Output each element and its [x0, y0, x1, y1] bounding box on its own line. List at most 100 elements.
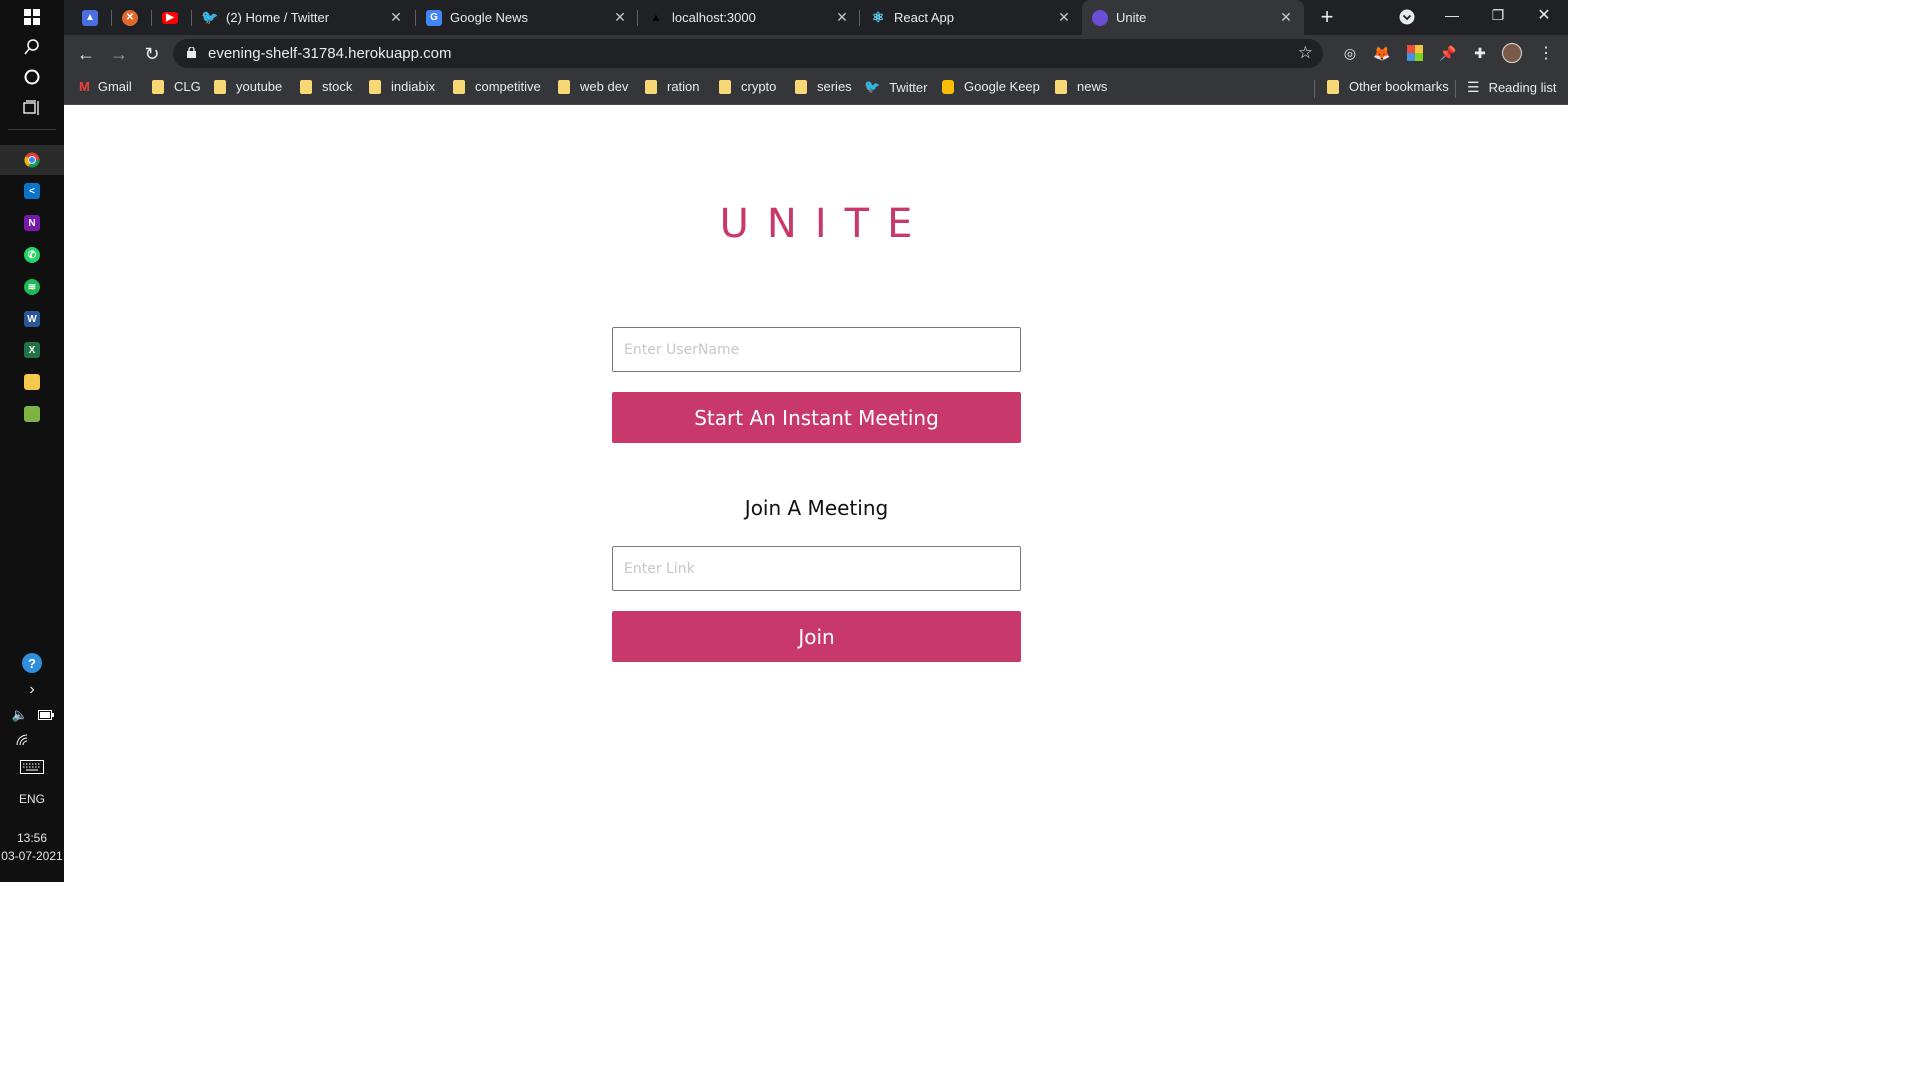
bookmarks-bar: M Gmail CLG youtube stock indiabix compe…: [64, 72, 1568, 105]
bookmark-star-icon[interactable]: ☆: [1298, 43, 1313, 63]
bookmark-news[interactable]: news: [1055, 79, 1107, 94]
bookmark-label: stock: [322, 79, 353, 94]
tab-localhost[interactable]: ▲ localhost:3000 ✕: [638, 0, 860, 35]
taskbar-app-spotify[interactable]: ≋: [0, 272, 64, 302]
extension-1[interactable]: ◎: [1340, 43, 1360, 63]
tab-unite[interactable]: Unite ✕: [1082, 0, 1304, 35]
tab-title: Unite: [1116, 10, 1147, 25]
word-icon: W: [24, 311, 40, 327]
folder-icon: [1055, 79, 1067, 94]
tab-close-icon[interactable]: ✕: [610, 9, 630, 26]
clock-date[interactable]: 03-07-2021: [0, 849, 64, 863]
tab-twitter[interactable]: 🐦 (2) Home / Twitter ✕: [192, 0, 414, 35]
back-button[interactable]: ←: [73, 41, 99, 67]
tab-title: (2) Home / Twitter: [226, 10, 330, 25]
extension-pin[interactable]: 📌: [1438, 43, 1458, 63]
forward-button[interactable]: →: [106, 41, 132, 67]
browser-window: ▲ ✕ ▶ 🐦 (2) Home / Twitter ✕ G Google Ne…: [64, 0, 1568, 105]
bookmark-series[interactable]: series: [795, 79, 852, 94]
tab-pinned-youtube[interactable]: ▶: [152, 0, 190, 35]
tab-pinned-2[interactable]: ✕: [112, 0, 150, 35]
task-view-button[interactable]: [0, 93, 64, 123]
extension-metamask[interactable]: 🦊: [1372, 43, 1392, 63]
taskbar-divider: [8, 129, 56, 130]
reading-list[interactable]: ☰ Reading list: [1467, 79, 1557, 96]
touch-keyboard-button[interactable]: [0, 752, 64, 782]
bookmark-competitive[interactable]: competitive: [453, 79, 541, 94]
new-tab-button[interactable]: +: [1314, 4, 1340, 30]
restore-button[interactable]: ❐: [1485, 2, 1511, 28]
bookmark-youtube[interactable]: youtube: [214, 79, 282, 94]
fox-icon: 🦊: [1373, 44, 1391, 61]
tab-close-icon[interactable]: ✕: [1054, 9, 1074, 26]
avatar: [1502, 43, 1522, 63]
help-icon: ?: [22, 653, 42, 673]
minimize-icon: —: [1445, 7, 1459, 23]
tab-react-app[interactable]: ⚛ React App ✕: [860, 0, 1082, 35]
search-button[interactable]: [0, 32, 64, 62]
taskbar-app-onenote[interactable]: N: [0, 208, 64, 238]
input-language[interactable]: ENG: [0, 792, 64, 806]
taskbar-app-whatsapp[interactable]: ✆: [0, 240, 64, 270]
kebab-menu-icon: ⋮: [1538, 45, 1554, 62]
start-instant-meeting-button[interactable]: Start An Instant Meeting: [612, 392, 1021, 443]
tab-close-icon[interactable]: ✕: [832, 9, 852, 26]
tab-pinned-1[interactable]: ▲: [72, 0, 110, 35]
cortana-button[interactable]: [0, 62, 64, 92]
bookmark-web-dev[interactable]: web dev: [558, 79, 628, 94]
tab-search-button[interactable]: [1394, 4, 1420, 30]
folder-icon: [795, 79, 807, 94]
join-button[interactable]: Join: [612, 611, 1021, 662]
tab-close-icon[interactable]: ✕: [386, 9, 406, 26]
wifi-icon: [16, 734, 28, 746]
tab-strip: ▲ ✕ ▶ 🐦 (2) Home / Twitter ✕ G Google Ne…: [64, 0, 1568, 35]
meeting-link-input[interactable]: [612, 546, 1021, 591]
minimize-button[interactable]: —: [1439, 2, 1465, 28]
folder-icon: [24, 374, 40, 390]
spotify-icon: ≋: [24, 279, 40, 295]
bookmark-ration[interactable]: ration: [645, 79, 700, 94]
taskbar-app-chrome[interactable]: [0, 145, 64, 175]
close-icon: ✕: [1537, 7, 1551, 24]
google-keep-icon: [942, 79, 954, 94]
extensions-button[interactable]: ✚: [1470, 43, 1490, 63]
react-icon: ⚛: [871, 9, 885, 25]
bookmark-label: web dev: [580, 79, 629, 94]
close-window-button[interactable]: ✕: [1531, 2, 1557, 28]
tab-close-icon[interactable]: ✕: [1276, 9, 1296, 26]
help-button[interactable]: ?: [0, 648, 64, 678]
bookmark-crypto[interactable]: crypto: [719, 79, 776, 94]
taskbar-app-vscode[interactable]: <: [0, 176, 64, 206]
arrow-left-icon: ←: [77, 43, 95, 64]
bookmark-label: ration: [667, 79, 700, 94]
address-bar[interactable]: evening-shelf-31784.herokuapp.com ☆: [173, 39, 1323, 68]
clock-time[interactable]: 13:56: [0, 831, 64, 845]
windows-icon: [24, 9, 40, 25]
reload-icon: ↻: [144, 43, 160, 64]
windows-start-button[interactable]: [0, 2, 64, 32]
taskbar-app-photos[interactable]: [0, 399, 64, 429]
taskbar-app-word[interactable]: W: [0, 304, 64, 334]
network-button[interactable]: [8, 725, 38, 755]
web-page: UNITE Start An Instant Meeting Join A Me…: [64, 105, 1568, 882]
taskbar-app-file-explorer[interactable]: [0, 367, 64, 397]
bookmark-google-keep[interactable]: Google Keep: [942, 79, 1040, 94]
bookmark-label: crypto: [741, 79, 777, 94]
username-input[interactable]: [612, 327, 1021, 372]
profile-button[interactable]: [1502, 43, 1522, 63]
bookmark-clg[interactable]: CLG: [152, 79, 201, 94]
bookmark-stock[interactable]: stock: [300, 79, 352, 94]
tab-title: localhost:3000: [672, 10, 756, 25]
chrome-menu-button[interactable]: ⋮: [1536, 43, 1556, 63]
triangle-icon: ▲: [650, 11, 662, 24]
folder-icon: [453, 79, 465, 94]
taskbar-app-excel[interactable]: X: [0, 335, 64, 365]
tab-google-news[interactable]: G Google News ✕: [416, 0, 638, 35]
bookmark-label: youtube: [236, 79, 283, 94]
extension-3[interactable]: [1405, 43, 1425, 63]
other-bookmarks[interactable]: Other bookmarks: [1327, 79, 1449, 94]
reload-button[interactable]: ↻: [139, 41, 165, 67]
bookmark-indiabix[interactable]: indiabix: [369, 79, 435, 94]
bookmark-twitter[interactable]: 🐦 Twitter: [864, 79, 927, 95]
bookmark-gmail[interactable]: M Gmail: [79, 79, 132, 94]
